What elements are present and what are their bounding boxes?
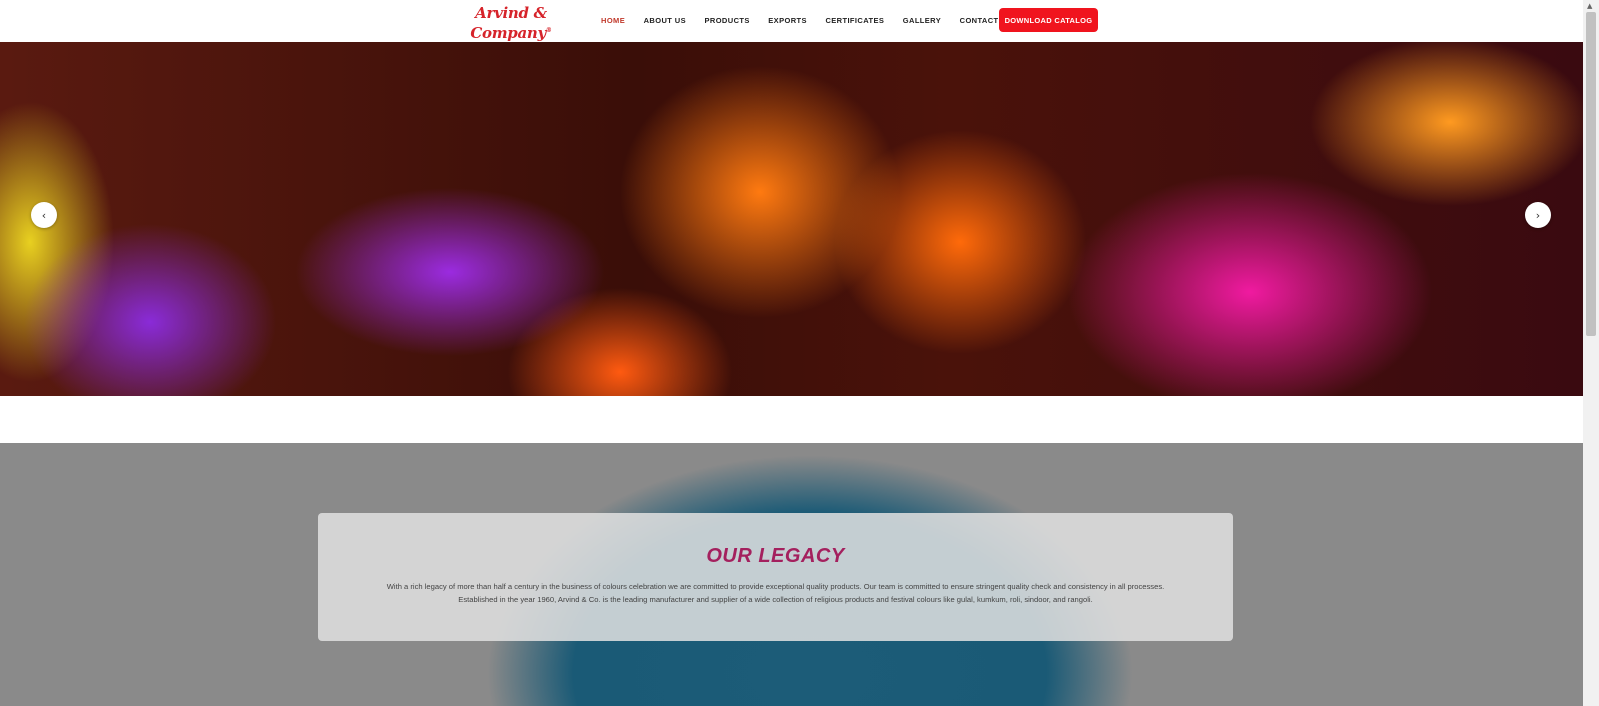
legacy-card: OUR LEGACY With a rich legacy of more th…	[318, 513, 1233, 641]
logo-text: Arvind & Company®	[470, 4, 552, 42]
legacy-section: OUR LEGACY With a rich legacy of more th…	[0, 443, 1583, 706]
nav-exports[interactable]: EXPORTS	[768, 16, 807, 25]
slider-prev-icon[interactable]: ‹	[31, 202, 57, 228]
site-header: Arvind & Company® An ISO Certified Compa…	[0, 0, 1583, 47]
scroll-up-icon[interactable]: ▲	[1587, 2, 1592, 10]
nav-about-us[interactable]: ABOUT US	[644, 16, 686, 25]
scrollbar-thumb[interactable]	[1586, 12, 1596, 336]
legacy-paragraph: With a rich legacy of more than half a c…	[342, 580, 1209, 606]
hero-slider: ‹ ›	[0, 42, 1583, 396]
nav-home[interactable]: HOME	[601, 16, 625, 25]
slider-next-icon[interactable]: ›	[1525, 202, 1551, 228]
main-nav: HOME ABOUT US PRODUCTS EXPORTS CERTIFICA…	[601, 0, 1031, 40]
legacy-title: OUR LEGACY	[706, 545, 845, 567]
nav-products[interactable]: PRODUCTS	[704, 16, 749, 25]
download-catalog-button[interactable]: DOWNLOAD CATALOG	[999, 8, 1098, 32]
legacy-text-line-1: With a rich legacy of more than half a c…	[386, 582, 1165, 591]
company-logo[interactable]: Arvind & Company® An ISO Certified Compa…	[456, 4, 566, 47]
nav-gallery[interactable]: GALLERY	[903, 16, 941, 25]
page-scrollbar[interactable]: ▲	[1583, 0, 1599, 706]
nav-certificates[interactable]: CERTIFICATES	[825, 16, 884, 25]
legacy-text-line-2: Established in the year 1960, Arvind & C…	[458, 595, 1093, 604]
